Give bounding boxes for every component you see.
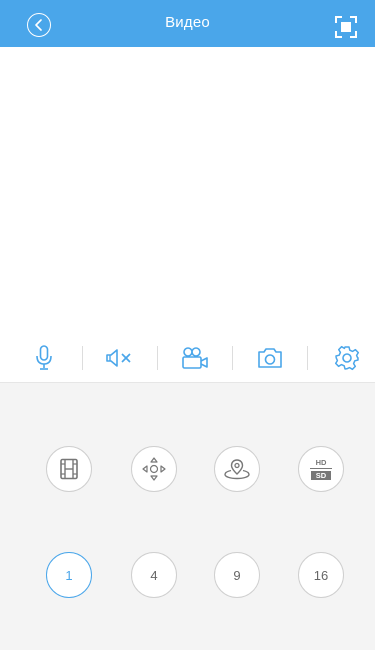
microphone-icon (36, 345, 52, 370)
grid-9-button[interactable]: 9 (214, 552, 260, 598)
grid-option-label: 16 (313, 567, 329, 583)
film-icon (60, 458, 78, 480)
camera-icon (258, 348, 282, 368)
grid-option-label: 4 (150, 567, 158, 583)
speaker-mute-icon (106, 349, 131, 367)
toolbar-divider (157, 346, 158, 370)
toolbar-divider (232, 346, 233, 370)
fullscreen-button[interactable] (335, 16, 357, 38)
control-panel: HD SD 1 4 9 16 (0, 383, 375, 650)
page-title: Видео (165, 14, 210, 31)
grid-1-button[interactable]: 1 (46, 552, 92, 598)
grid-option-label: 1 (65, 567, 73, 583)
hd-sd-icon: HD SD (310, 458, 332, 480)
playback-button[interactable] (46, 446, 92, 492)
video-page: Видео HD SD 1 4 9 16 (0, 0, 375, 650)
video-viewport[interactable] (0, 47, 375, 333)
preset-position-icon (224, 459, 250, 480)
grid-4-button[interactable]: 4 (131, 552, 177, 598)
snapshot-button[interactable] (255, 345, 285, 371)
hd-sd-toggle-button[interactable]: HD SD (298, 446, 344, 492)
hd-label: HD (316, 458, 327, 467)
record-button[interactable] (180, 345, 210, 371)
grid-16-button[interactable]: 16 (298, 552, 344, 598)
grid-option-label: 9 (233, 567, 241, 583)
header-bar: Видео (0, 0, 375, 47)
ptz-direction-icon (142, 457, 166, 481)
video-record-icon (182, 347, 208, 369)
mute-button[interactable] (104, 345, 134, 371)
sd-label: SD (316, 471, 327, 480)
microphone-button[interactable] (29, 345, 59, 371)
toolbar-divider (307, 346, 308, 370)
video-toolbar (0, 333, 375, 383)
settings-button[interactable] (332, 345, 362, 371)
ptz-control-button[interactable] (131, 446, 177, 492)
settings-icon (334, 345, 360, 371)
toolbar-divider (82, 346, 83, 370)
fullscreen-icon (335, 16, 357, 38)
preset-position-button[interactable] (214, 446, 260, 492)
